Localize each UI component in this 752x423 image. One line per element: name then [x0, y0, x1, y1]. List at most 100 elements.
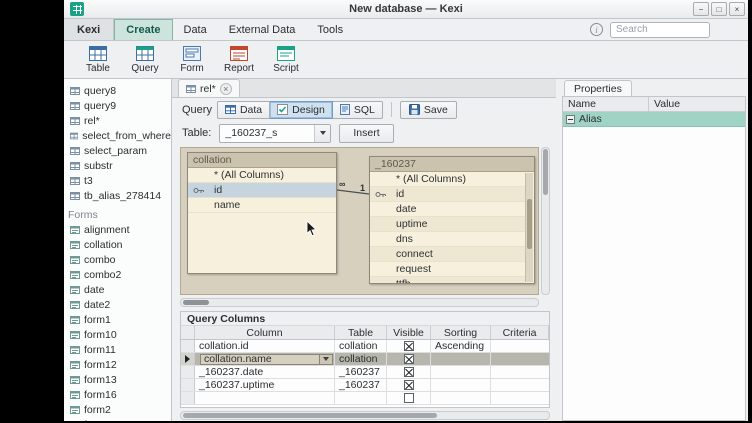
grid-row[interactable]: collation.id collation Ascending — [181, 340, 549, 353]
scrollbar-thumb[interactable] — [183, 300, 209, 305]
cell-column[interactable]: _160237.uptime — [195, 379, 335, 391]
field-row[interactable]: ttfb — [370, 277, 525, 284]
cell-visible[interactable] — [387, 353, 431, 365]
navigator-form-item[interactable]: form3 — [64, 417, 171, 421]
field-row-id[interactable]: id — [188, 183, 336, 198]
kexi-menu-button[interactable]: Kexi — [64, 19, 114, 40]
navigator-form-item[interactable]: form1 — [64, 312, 171, 327]
cell-visible[interactable] — [387, 392, 431, 404]
cell-table[interactable]: _160237 — [335, 366, 387, 378]
navigator-form-item[interactable]: date2 — [64, 297, 171, 312]
visible-checkbox[interactable] — [404, 367, 414, 377]
editor-horizontal-scrollbar[interactable] — [180, 411, 550, 420]
cell-table[interactable]: collation — [335, 353, 387, 365]
table-combobox[interactable]: _160237_s — [219, 124, 331, 143]
row-selector[interactable] — [181, 366, 195, 378]
navigator-form-item[interactable]: form11 — [64, 342, 171, 357]
sql-view-button[interactable]: SQL — [333, 101, 383, 119]
cell-visible[interactable] — [387, 379, 431, 391]
close-tab-icon[interactable]: × — [220, 83, 232, 95]
grid-row-empty[interactable] — [181, 392, 549, 405]
cell-sorting[interactable] — [431, 392, 491, 404]
relations-canvas[interactable]: collation * (All Columns) id name — [180, 147, 539, 295]
navigator-query-item[interactable]: query8 — [64, 83, 171, 98]
navigator-query-item[interactable]: select_param — [64, 143, 171, 158]
cell-column[interactable] — [195, 392, 335, 404]
create-script-button[interactable]: Script — [266, 43, 306, 77]
tab-data[interactable]: Data — [173, 19, 218, 40]
cell-criteria[interactable] — [491, 340, 549, 352]
table-box-header[interactable]: collation — [188, 153, 336, 168]
field-row[interactable]: connect — [370, 247, 525, 262]
create-query-button[interactable]: Query — [125, 43, 165, 77]
table-box-collation[interactable]: collation * (All Columns) id name — [187, 152, 337, 274]
field-row[interactable]: request — [370, 262, 525, 277]
tab-external-data[interactable]: External Data — [218, 19, 307, 40]
navigator-form-item[interactable]: combo — [64, 252, 171, 267]
grid-row-current[interactable]: collation.name collation — [181, 353, 549, 366]
navigator-form-item[interactable]: date — [64, 282, 171, 297]
create-table-button[interactable]: Table — [78, 43, 118, 77]
info-icon[interactable]: i — [590, 23, 603, 36]
cell-sorting[interactable]: Ascending — [431, 340, 491, 352]
create-report-button[interactable]: Report — [219, 43, 259, 77]
table-box-scrollbar[interactable] — [525, 173, 533, 282]
navigator-query-item[interactable]: t3 — [64, 173, 171, 188]
cell-table[interactable]: _160237 — [335, 379, 387, 391]
scrollbar-thumb[interactable] — [183, 413, 437, 418]
maximize-button[interactable]: □ — [711, 2, 727, 16]
field-row-id[interactable]: id — [370, 187, 525, 202]
combobox-dropdown-button[interactable] — [314, 125, 330, 142]
cell-criteria[interactable] — [491, 392, 549, 404]
cell-visible[interactable] — [387, 340, 431, 352]
visible-checkbox[interactable] — [404, 341, 414, 351]
insert-button[interactable]: Insert — [339, 124, 393, 143]
save-button[interactable]: Save — [400, 101, 457, 119]
tab-properties[interactable]: Properties — [564, 80, 632, 96]
navigator-query-item[interactable]: substr — [64, 158, 171, 173]
cell-visible[interactable] — [387, 366, 431, 378]
navigator-form-item[interactable]: form13 — [64, 372, 171, 387]
document-tab-rel[interactable]: rel* × — [178, 79, 240, 97]
field-row-all-columns[interactable]: * (All Columns) — [188, 168, 336, 183]
property-row-alias[interactable]: Alias — [563, 112, 745, 127]
navigator-form-item[interactable]: form16 — [64, 387, 171, 402]
cell-criteria[interactable] — [491, 353, 549, 365]
scrollbar-thumb[interactable] — [527, 199, 532, 249]
collapse-icon[interactable] — [566, 115, 575, 124]
row-selector[interactable] — [181, 392, 195, 404]
table-box-header[interactable]: _160237 — [370, 157, 534, 172]
cell-table[interactable]: collation — [335, 340, 387, 352]
cell-sorting[interactable] — [431, 366, 491, 378]
field-row[interactable]: date — [370, 202, 525, 217]
cell-column[interactable]: collation.name — [195, 353, 335, 365]
navigator-query-item[interactable]: tb_alias_278414 — [64, 188, 171, 203]
visible-checkbox[interactable] — [404, 380, 414, 390]
minimize-button[interactable]: − — [693, 2, 709, 16]
field-row[interactable]: dns — [370, 232, 525, 247]
visible-checkbox[interactable] — [404, 354, 414, 364]
tab-create[interactable]: Create — [114, 19, 172, 40]
row-selector[interactable] — [181, 340, 195, 352]
cell-sorting[interactable] — [431, 379, 491, 391]
create-form-button[interactable]: Form — [172, 43, 212, 77]
cell-criteria[interactable] — [491, 366, 549, 378]
visible-checkbox[interactable] — [404, 393, 414, 403]
search-input[interactable] — [610, 22, 710, 38]
close-button[interactable]: × — [729, 2, 745, 16]
grid-row[interactable]: _160237.uptime _160237 — [181, 379, 549, 392]
navigator-query-item[interactable]: query9 — [64, 98, 171, 113]
field-row[interactable]: uptime — [370, 217, 525, 232]
cell-criteria[interactable] — [491, 379, 549, 391]
navigator-form-item[interactable]: form10 — [64, 327, 171, 342]
grid-row[interactable]: _160237.date _160237 — [181, 366, 549, 379]
cell-column[interactable]: _160237.date — [195, 366, 335, 378]
navigator-form-item[interactable]: alignment — [64, 222, 171, 237]
navigator-form-item[interactable]: combo2 — [64, 267, 171, 282]
canvas-vertical-scrollbar[interactable] — [541, 147, 550, 295]
navigator-query-item[interactable]: rel* — [64, 113, 171, 128]
row-selector[interactable] — [181, 353, 195, 365]
design-view-button[interactable]: Design — [270, 101, 333, 119]
table-box-160237[interactable]: _160237 * (All Columns) id date upt — [369, 156, 535, 284]
navigator-form-item[interactable]: collation — [64, 237, 171, 252]
